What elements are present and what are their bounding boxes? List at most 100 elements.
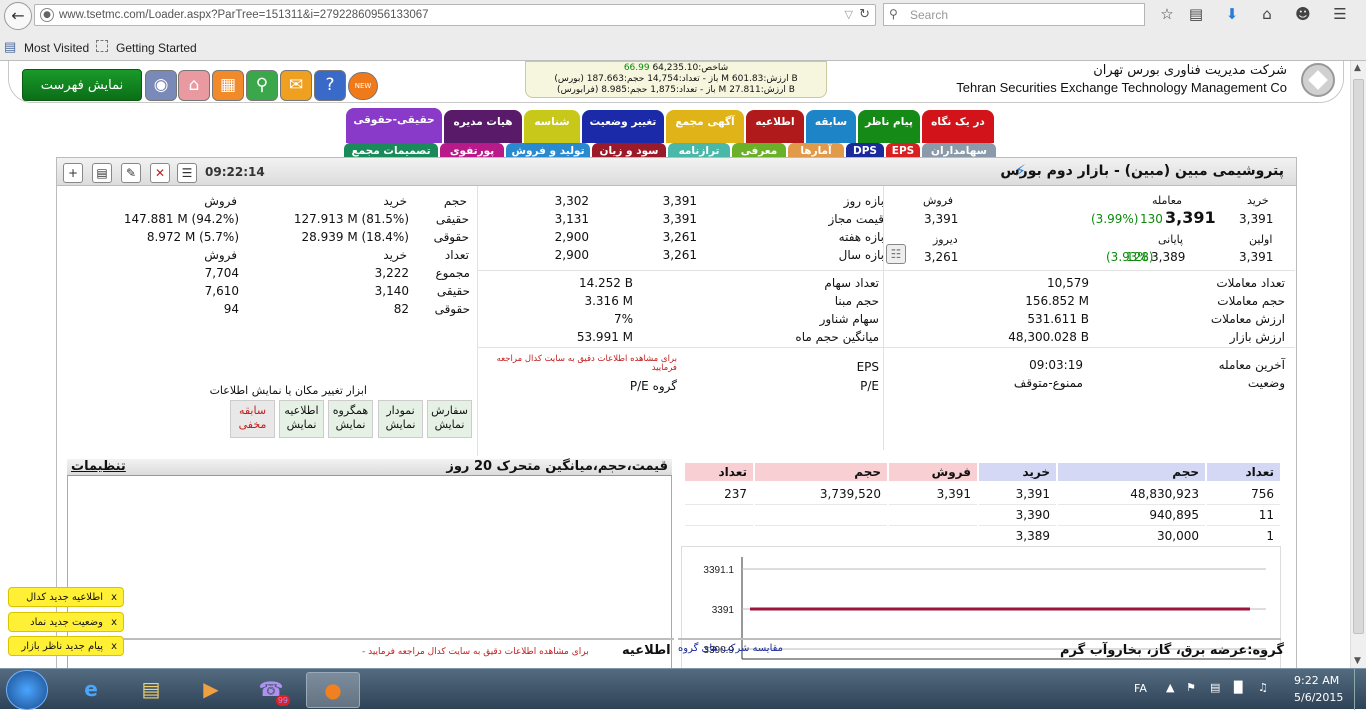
tab-announcement[interactable]: اطلاعیه	[746, 110, 804, 143]
compare-group-link[interactable]: مقایسه شرکت های گروه	[678, 643, 783, 654]
new-badge-icon[interactable]: NEW	[348, 72, 378, 100]
url-dropdown-icon[interactable]: ▽	[845, 8, 853, 21]
url-bar[interactable]: ● www.tsetmc.com/Loader.aspx?ParTree=151…	[34, 4, 876, 26]
media-player-icon[interactable]: ▶	[184, 672, 238, 708]
clock-date[interactable]: 5/6/2015	[1294, 691, 1343, 704]
home-icon[interactable]: ⌂	[178, 70, 210, 101]
rl-count-buy-real: 3,140	[374, 284, 409, 298]
tool-history-button[interactable]: سابقه مخفی	[230, 400, 275, 438]
list-icon[interactable]: ☰	[177, 163, 197, 183]
tab-identity[interactable]: شناسه	[524, 110, 580, 143]
scroll-thumb[interactable]	[1353, 79, 1364, 634]
flag-icon[interactable]: ⚑	[1186, 681, 1196, 694]
close-icon[interactable]: x	[111, 588, 117, 607]
range-week-label: بازه هفته	[838, 230, 884, 244]
stock-panel: + ▤ ✎ ✕ ☰ 09:22:14 ⚡ پتروشیمی مبین (مبین…	[56, 157, 1297, 668]
clock-time[interactable]: 9:22 AM	[1294, 674, 1339, 687]
help-icon[interactable]: ?	[314, 70, 346, 101]
stat-trade-count: 10,579	[1047, 276, 1089, 290]
rl-count-sell-header: فروش	[204, 248, 237, 262]
ob-cell-sell-count	[685, 527, 753, 547]
tab-assembly-notice[interactable]: آگهی مجمع	[666, 110, 744, 143]
company-name-fa: شرکت مدیریت فناوری بورس تهران	[1093, 63, 1287, 78]
document-icon[interactable]: ▤	[92, 163, 112, 183]
stock-title: پتروشیمی مبین (مبین) - بازار دوم بورس	[1000, 163, 1284, 179]
scroll-down-icon[interactable]: ▼	[1354, 656, 1361, 666]
notification-codal[interactable]: اطلاعیه جدید کدال x	[8, 587, 124, 607]
tray-arrow-icon[interactable]: ▲	[1166, 681, 1174, 694]
rl-count-buy-header: خرید	[383, 248, 407, 262]
range-year-label: بازه سال	[838, 248, 884, 262]
settings-sliders-icon[interactable]: ☷	[886, 244, 906, 264]
internet-explorer-icon[interactable]: e	[64, 672, 118, 708]
add-icon[interactable]: +	[63, 163, 83, 183]
rl-count-buy-legal: 82	[393, 302, 409, 316]
globe-icon[interactable]: ◉	[145, 70, 177, 101]
tab-real-legal[interactable]: حقیقی-حقوقی	[346, 108, 442, 143]
bookmarks-list-icon[interactable]: ▤	[1186, 5, 1206, 23]
last-trade-time: 09:03:19	[1029, 358, 1083, 372]
search-icon[interactable]: ⚲	[246, 70, 278, 101]
table-icon[interactable]: ▦	[212, 70, 244, 101]
chat-icon[interactable]: ☻	[1293, 5, 1313, 23]
stat-shares: 14.252 B	[578, 276, 633, 290]
tab-history[interactable]: سابقه	[806, 110, 856, 143]
bookmark-most-visited[interactable]: Most Visited	[24, 41, 89, 55]
close-icon[interactable]: x	[111, 637, 117, 656]
announcement-note: - برای مشاهده اطلاعات دقیق به سایت کدال …	[362, 647, 589, 657]
tab-supervisor-message[interactable]: پیام ناظر	[858, 110, 920, 143]
bookmark-getting-started[interactable]: Getting Started	[116, 41, 197, 55]
network-icon[interactable]: ▤	[1210, 681, 1220, 694]
show-desktop-button[interactable]	[1354, 669, 1366, 710]
search-bar[interactable]: ⚲ Search	[883, 3, 1145, 26]
rl-count-buy-total: 3,222	[374, 266, 409, 280]
vertical-scrollbar[interactable]: ▲ ▼	[1350, 61, 1366, 668]
tab-status-change[interactable]: تغییر وضعیت	[582, 110, 664, 143]
chart-title: قیمت،حجم،میانگین متحرک 20 روز	[446, 459, 668, 474]
volume-icon[interactable]: ♫	[1258, 681, 1268, 694]
start-button-icon[interactable]	[6, 670, 48, 710]
home-icon[interactable]: ⌂	[1257, 5, 1277, 23]
stock-time: 09:22:14	[205, 165, 265, 179]
bookmark-star-icon[interactable]: ☆	[1157, 5, 1177, 23]
tool-order-button[interactable]: سفارش نمایش	[427, 400, 472, 438]
ob-cell-buy-count: 1	[1207, 527, 1280, 547]
rl-count-sell-legal: 94	[223, 302, 239, 316]
menu-icon[interactable]: ☰	[1330, 5, 1350, 23]
tools-icon[interactable]: ✕	[150, 163, 170, 183]
close-icon[interactable]: x	[111, 613, 117, 632]
viber-icon[interactable]: ☎ 99	[244, 672, 298, 708]
tool-chart-button[interactable]: نمودار نمایش	[378, 400, 423, 438]
y-tick-label: 3391	[712, 605, 735, 616]
back-button-icon[interactable]: ←	[4, 2, 32, 30]
chart-settings-link[interactable]: تنظیمات	[71, 459, 126, 474]
yesterday-label: دیروز	[933, 233, 958, 246]
rl-buy-header: خرید	[383, 194, 407, 208]
rl-legal-sell: 8.972 M (5.7%)	[146, 230, 239, 244]
signal-icon[interactable]: █	[1234, 681, 1242, 694]
index-change: 66.99	[623, 63, 650, 73]
download-icon[interactable]: ⬇	[1222, 5, 1242, 23]
ob-cell-sell-count: 237	[685, 485, 753, 505]
firefox-icon[interactable]: ●	[306, 672, 360, 708]
scroll-up-icon[interactable]: ▲	[1354, 63, 1361, 73]
notification-symbol-status[interactable]: وضعیت جدید نماد x	[8, 612, 124, 632]
edit-icon[interactable]: ✎	[121, 163, 141, 183]
tool-announce-button[interactable]: اطلاعیه نمایش	[279, 400, 324, 438]
rl-count-sell-total: 7,704	[204, 266, 239, 280]
show-list-button[interactable]: نمایش فهرست	[22, 69, 142, 101]
language-indicator[interactable]: FA	[1134, 682, 1147, 695]
file-explorer-icon[interactable]: ▤	[124, 672, 178, 708]
message-icon[interactable]: ✉	[280, 70, 312, 101]
search-placeholder[interactable]: Search	[910, 8, 948, 22]
close-value: 3,389	[1151, 250, 1186, 264]
tool-group-button[interactable]: همگروه نمایش	[328, 400, 373, 438]
url-text[interactable]: www.tsetmc.com/Loader.aspx?ParTree=15131…	[59, 9, 429, 21]
close-label: پایانی	[1158, 233, 1184, 246]
reload-icon[interactable]: ↻	[859, 7, 870, 22]
rl-real-buy: 127.913 M (81.5%)	[293, 212, 409, 226]
tab-board[interactable]: هیات مدیره	[444, 110, 522, 143]
tab-at-a-glance[interactable]: در یک نگاه	[922, 110, 994, 143]
notification-supervisor[interactable]: پیام جدید ناظر بازار x	[8, 636, 124, 656]
ob-cell-buy-vol: 30,000	[1058, 527, 1205, 547]
